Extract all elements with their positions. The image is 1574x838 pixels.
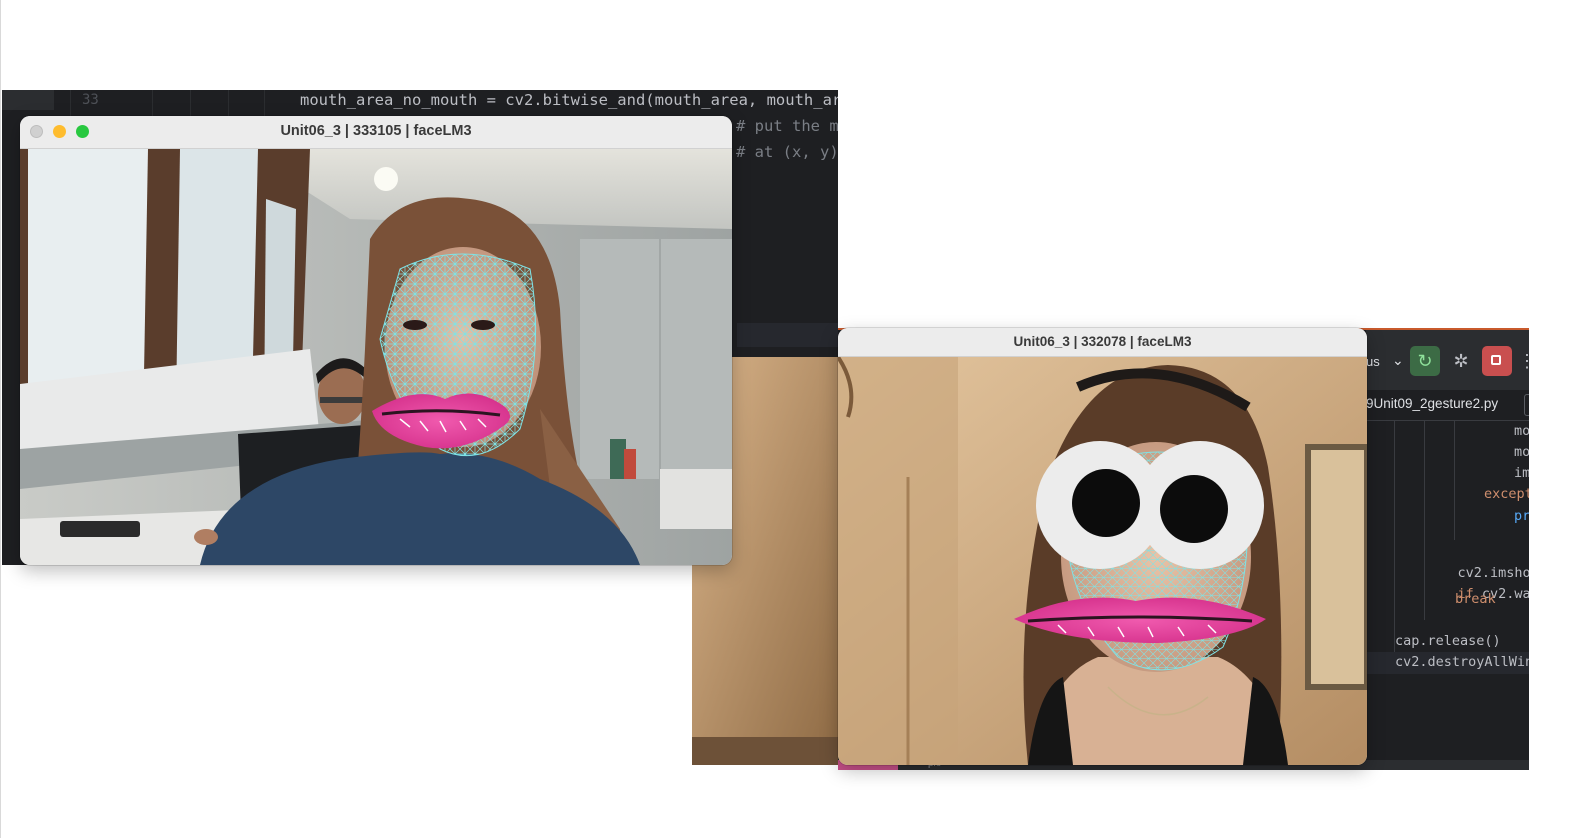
tab-next[interactable]: [1524, 394, 1529, 416]
code-line[interactable]: mo: [1514, 444, 1529, 460]
minimize-icon[interactable]: [53, 125, 66, 138]
stop-button[interactable]: [1482, 346, 1512, 376]
code-keyword[interactable]: except: [1484, 486, 1529, 502]
code-line[interactable]: mo: [1514, 423, 1529, 439]
indent-guide: [1454, 420, 1455, 540]
stop-icon: [1491, 355, 1501, 365]
code-line[interactable]: im: [1514, 465, 1529, 481]
code-line[interactable]: cap.release(): [1395, 633, 1501, 649]
tab-filename[interactable]: 9Unit09_2gesture2.py: [1366, 396, 1498, 411]
code-comment[interactable]: # at (x, y): [736, 143, 838, 161]
indent-guide: [1394, 420, 1395, 660]
webcam-feed: [20, 149, 732, 565]
opencv-window-right[interactable]: Unit06_3 | 332078 | faceLM3: [838, 328, 1367, 765]
editor-tab-bar: 9Unit09_2gesture2.py: [1366, 390, 1529, 421]
maximize-icon[interactable]: [76, 125, 89, 138]
chevron-down-icon[interactable]: ⌄: [1392, 352, 1404, 369]
window-title: Unit06_3 | 332078 | faceLM3: [1013, 334, 1192, 349]
line-number: 33: [82, 92, 99, 108]
debug-bug-icon[interactable]: ✲: [1446, 346, 1476, 376]
code-line[interactable]: cv2.destroyAllWind: [1395, 654, 1529, 670]
code-comment[interactable]: # put the m: [736, 117, 838, 135]
run-config-label[interactable]: us: [1366, 354, 1380, 369]
page-left-border: [0, 0, 1, 838]
ide-toolbar: us ⌄ ↻ ✲ ⋮: [1366, 330, 1529, 390]
webcam-feed: [838, 355, 1367, 765]
more-options-icon[interactable]: ⋮: [1518, 346, 1529, 376]
window-title: Unit06_3 | 333105 | faceLM3: [280, 123, 472, 139]
gutter-selection: [2, 90, 54, 110]
code-line[interactable]: mouth_area_no_mouth = cv2.bitwise_and(mo…: [300, 91, 838, 109]
code-keyword[interactable]: break: [1455, 591, 1496, 607]
code-line[interactable]: pr: [1514, 508, 1529, 524]
window-titlebar[interactable]: Unit06_3 | 333105 | faceLM3: [20, 116, 732, 149]
current-line-highlight: [737, 323, 838, 347]
close-icon[interactable]: [30, 125, 43, 138]
opencv-window-left[interactable]: Unit06_3 | 333105 | faceLM3: [20, 116, 732, 565]
rerun-icon[interactable]: ↻: [1410, 346, 1440, 376]
window-titlebar[interactable]: Unit06_3 | 332078 | faceLM3: [838, 328, 1367, 357]
